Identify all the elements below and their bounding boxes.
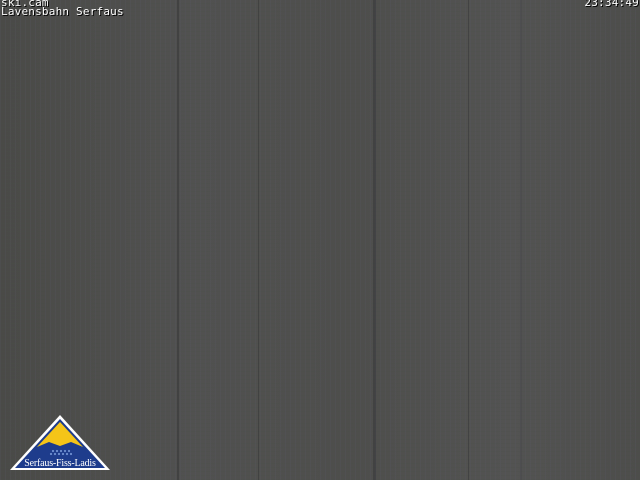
serfaus-fiss-ladis-logo: Serfaus-Fiss-Ladis — [9, 414, 111, 472]
logo-text: Serfaus-Fiss-Ladis — [24, 458, 96, 469]
sensor-stripe — [258, 0, 259, 480]
location-label: Lavensbahn Serfaus — [1, 5, 124, 18]
timestamp: 23:34:49 — [584, 0, 639, 9]
sensor-stripe — [177, 0, 179, 480]
sensor-stripe — [373, 0, 376, 480]
sensor-stripe — [520, 0, 522, 480]
sensor-stripe — [468, 0, 469, 480]
webcam-image: ski.cam Lavensbahn Serfaus 23:34:49 Serf… — [0, 0, 640, 480]
